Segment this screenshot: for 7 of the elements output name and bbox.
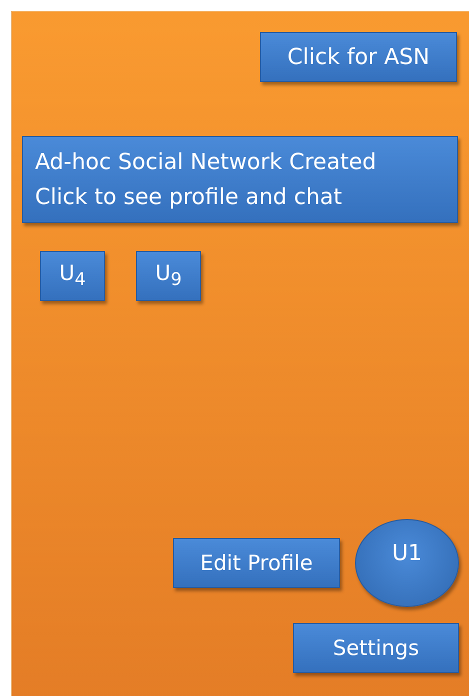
user-button[interactable]: U$_{9}$ — [136, 251, 201, 301]
asn-button[interactable]: Click for ASN — [260, 32, 457, 82]
user-button[interactable]: U$_{4}$ — [40, 251, 105, 301]
settings-button[interactable]: Settings — [293, 623, 459, 673]
network-banner-button[interactable]: Ad-hoc Social Network Created Click to see profile and chat — [22, 136, 458, 223]
profile-avatar-button[interactable]: U1 — [355, 519, 459, 607]
edit-profile-button[interactable]: Edit Profile — [173, 538, 340, 588]
